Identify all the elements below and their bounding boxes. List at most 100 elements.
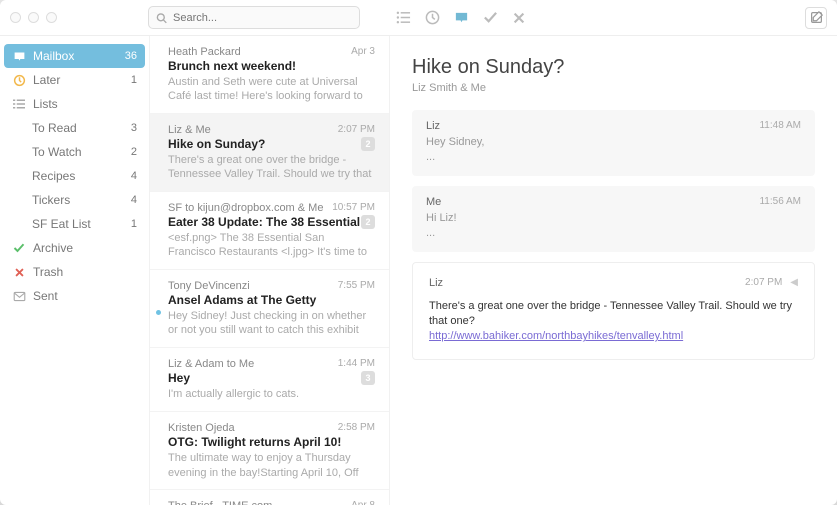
- clock-icon[interactable]: [425, 10, 440, 25]
- message-subject: Ansel Adams at The Getty: [168, 293, 316, 307]
- sidebar-item-count: 1: [131, 218, 137, 230]
- check-icon[interactable]: [483, 10, 498, 25]
- message-subject: Hey: [168, 371, 190, 385]
- sidebar-item-archive[interactable]: Archive: [4, 236, 145, 260]
- message-preview: Hey Sidney! Just checking in on whether …: [168, 309, 375, 337]
- thread-sender: Liz: [429, 277, 443, 289]
- message-from: Kristen Ojeda: [168, 422, 235, 434]
- sidebar-item-later[interactable]: Later 1: [4, 68, 145, 92]
- message-from: SF to kijun@dropbox.com & Me: [168, 202, 323, 214]
- close-icon[interactable]: [10, 12, 21, 23]
- thread-message-collapsed[interactable]: Liz 11:48 AM Hey Sidney,...: [412, 110, 815, 176]
- sidebar: Mailbox 36 Later 1 Lists To Read 3 To Watc…: [0, 36, 150, 505]
- message-preview: I'm actually allergic to cats.: [168, 387, 375, 401]
- sidebar-item-sent[interactable]: Sent: [4, 284, 145, 308]
- count-badge: 3: [361, 371, 375, 385]
- sidebar-item-label: Tickers: [32, 193, 70, 207]
- chevron-left-icon[interactable]: ◀: [790, 277, 798, 289]
- titlebar: [0, 0, 837, 36]
- sidebar-item-count: 36: [125, 50, 137, 62]
- message-link[interactable]: http://www.bahiker.com/northbayhikes/ten…: [429, 330, 683, 342]
- sidebar-item-label: To Watch: [32, 145, 82, 159]
- message-item[interactable]: Tony DeVincenzi 7:55 PM Ansel Adams at The…: [150, 270, 389, 348]
- clock-icon: [12, 74, 26, 87]
- thread-time: 11:56 AM: [759, 196, 801, 208]
- minimize-icon[interactable]: [28, 12, 39, 23]
- sidebar-item-list[interactable]: Tickers 4: [4, 188, 145, 212]
- sidebar-item-list[interactable]: To Read 3: [4, 116, 145, 140]
- zoom-icon[interactable]: [46, 12, 57, 23]
- message-subject: Eater 38 Update: The 38 Essential: [168, 215, 360, 229]
- message-item[interactable]: Heath PackardApr 3Brunch next weekend!Au…: [150, 36, 389, 114]
- message-item[interactable]: The Brief - TIME.comApr 8UConn wins NCAA…: [150, 490, 389, 505]
- thread-body: Hey Sidney,...: [426, 135, 801, 166]
- message-time: 2:07 PM: [338, 124, 375, 136]
- sidebar-item-label: Lists: [33, 97, 58, 111]
- sidebar-item-count: 2: [131, 146, 137, 158]
- thread-time: 2:07 PM: [745, 277, 782, 289]
- message-item[interactable]: Liz & Me 2:07 PM Hike on Sunday? 2 There's a…: [150, 114, 389, 192]
- x-icon: [12, 267, 26, 278]
- sidebar-item-trash[interactable]: Trash: [4, 260, 145, 284]
- message-item[interactable]: Liz & Adam to Me 1:44 PM Hey 3 I'm actually …: [150, 348, 389, 412]
- message-subject: Hike on Sunday?: [168, 137, 265, 151]
- list-icon: [12, 98, 26, 110]
- thread-message-collapsed[interactable]: Me 11:56 AM Hi Liz!...: [412, 186, 815, 252]
- message-from: Liz & Adam to Me: [168, 358, 254, 370]
- sidebar-item-list[interactable]: Recipes 4: [4, 164, 145, 188]
- message-item[interactable]: Kristen Ojeda 2:58 PMOTG: Twilight return…: [150, 412, 389, 490]
- sidebar-item-count: 1: [131, 74, 137, 86]
- list-icon[interactable]: [396, 10, 411, 25]
- search-wrapper: [148, 6, 360, 29]
- message-preview: The ultimate way to enjoy a Thursday eve…: [168, 451, 375, 479]
- sidebar-item-list[interactable]: To Watch 2: [4, 140, 145, 164]
- message-item[interactable]: SF to kijun@dropbox.com & Me 10:57 PMEate…: [150, 192, 389, 270]
- detail-subject: Hike on Sunday?: [412, 56, 815, 79]
- thread-time: 11:48 AM: [759, 120, 801, 132]
- sidebar-item-label: Recipes: [32, 169, 75, 183]
- message-from: Tony DeVincenzi: [168, 280, 250, 292]
- sidebar-item-label: Archive: [33, 241, 73, 255]
- sidebar-item-label: Trash: [33, 265, 63, 279]
- message-subject: OTG: Twilight returns April 10!: [168, 435, 341, 449]
- message-time: 1:44 PM: [338, 358, 375, 370]
- sidebar-item-label: SF Eat List: [32, 217, 91, 231]
- x-icon[interactable]: [512, 11, 526, 25]
- thread-body: There's a great one over the bridge - Te…: [429, 299, 798, 345]
- check-icon: [12, 242, 26, 254]
- app-window: Mailbox 36 Later 1 Lists To Read 3 To Watc…: [0, 0, 837, 505]
- message-time: 7:55 PM: [338, 280, 375, 292]
- sidebar-item-label: Sent: [33, 289, 58, 303]
- thread-message-open[interactable]: Liz 2:07 PM ◀ There's a great one over t…: [412, 262, 815, 360]
- mailbox-icon[interactable]: [454, 10, 469, 25]
- thread-body: Hi Liz!...: [426, 211, 801, 242]
- sidebar-item-label: Later: [33, 73, 60, 87]
- sidebar-item-count: 4: [131, 194, 137, 206]
- sidebar-item-mailbox[interactable]: Mailbox 36: [4, 44, 145, 68]
- thread-sender: Me: [426, 196, 441, 208]
- message-preview: There's a great one over the bridge - Te…: [168, 153, 375, 181]
- search-input[interactable]: [148, 6, 360, 29]
- message-time: Apr 8: [351, 500, 375, 505]
- envelope-icon: [12, 290, 26, 303]
- mailbox-icon: [12, 50, 26, 63]
- compose-button[interactable]: [805, 7, 827, 29]
- unread-dot-icon: [156, 310, 161, 315]
- message-from: The Brief - TIME.com: [168, 500, 272, 505]
- sidebar-item-label: To Read: [32, 121, 77, 135]
- thread-sender: Liz: [426, 120, 440, 132]
- message-from: Heath Packard: [168, 46, 241, 58]
- message-list[interactable]: Heath PackardApr 3Brunch next weekend!Au…: [150, 36, 390, 505]
- sidebar-item-count: 4: [131, 170, 137, 182]
- sidebar-item-lists[interactable]: Lists: [4, 92, 145, 116]
- search-icon: [156, 12, 167, 23]
- sidebar-item-label: Mailbox: [33, 49, 74, 63]
- message-time: 2:58 PM: [338, 422, 375, 434]
- sidebar-item-list[interactable]: SF Eat List 1: [4, 212, 145, 236]
- count-badge: 2: [361, 137, 375, 151]
- message-time: 10:57 PM: [332, 202, 375, 214]
- detail-participants: Liz Smith & Me: [412, 82, 815, 94]
- sidebar-item-count: 3: [131, 122, 137, 134]
- count-badge: 2: [361, 215, 375, 229]
- message-from: Liz & Me: [168, 124, 211, 136]
